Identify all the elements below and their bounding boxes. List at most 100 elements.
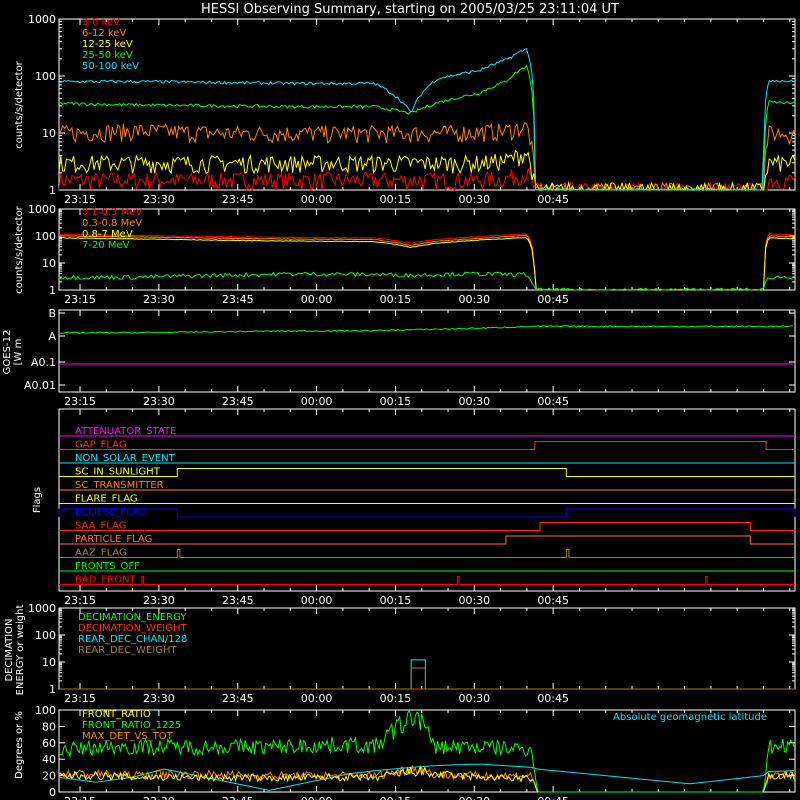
x-tick-label: 00:45 bbox=[537, 692, 569, 705]
y-tick-label: A0.1 bbox=[31, 356, 56, 369]
y-tick-label: A0.01 bbox=[24, 379, 56, 392]
x-tick-label: 23:30 bbox=[143, 692, 175, 705]
flag-label: FRONTS_OFF bbox=[75, 561, 140, 572]
x-tick-label: 00:30 bbox=[458, 594, 490, 607]
x-tick-label: 00:00 bbox=[301, 795, 333, 800]
flag-line bbox=[59, 576, 795, 585]
legend-entry: 25-50 keV bbox=[82, 50, 133, 61]
x-tick-label: 00:30 bbox=[458, 795, 490, 800]
flag-line bbox=[59, 549, 795, 558]
x-tick-label: 23:45 bbox=[222, 395, 254, 408]
x-tick-label: 00:00 bbox=[301, 692, 333, 705]
flag-label: AAZ_FLAG bbox=[75, 548, 127, 559]
x-tick-label: 00:15 bbox=[380, 293, 412, 306]
x-tick-label: 23:15 bbox=[64, 193, 96, 206]
series-line-0.3-0.8-MeV bbox=[58, 234, 793, 291]
series-line-3-6-keV bbox=[58, 166, 796, 192]
x-tick-label: 00:45 bbox=[537, 795, 569, 800]
legend-entry: 6-12 keV bbox=[82, 28, 126, 39]
y-tick-label: 60 bbox=[42, 737, 56, 750]
y-tick-label: 0 bbox=[49, 786, 56, 799]
x-tick-label: 23:45 bbox=[222, 293, 254, 306]
flag-line bbox=[59, 522, 795, 531]
flag-line bbox=[59, 535, 795, 545]
y-tick-label: 10 bbox=[42, 257, 56, 270]
x-tick-label: 23:45 bbox=[222, 594, 254, 607]
y-tick-label: 1 bbox=[49, 284, 56, 297]
y-tick-label: 20 bbox=[42, 770, 56, 783]
y-tick-label: 100 bbox=[35, 70, 56, 83]
ratio-line-2 bbox=[58, 764, 795, 793]
y-axis-label: Degrees or % bbox=[14, 711, 25, 779]
x-tick-label: 00:00 bbox=[301, 594, 333, 607]
flag-line bbox=[59, 441, 795, 450]
decimation-line bbox=[59, 659, 795, 690]
x-tick-label: 00:00 bbox=[301, 395, 333, 408]
legend-entry: 12-25 keV bbox=[82, 39, 133, 50]
x-tick-label: 00:15 bbox=[380, 594, 412, 607]
x-tick-label: 23:15 bbox=[64, 395, 96, 408]
x-tick-label: 00:45 bbox=[537, 395, 569, 408]
y-axis-label: counts/s/detector bbox=[14, 60, 25, 148]
y-tick-label: 100 bbox=[35, 629, 56, 642]
y-axis-label: counts/s/detector bbox=[14, 205, 25, 293]
x-tick-label: 00:00 bbox=[301, 193, 333, 206]
y-tick-label: 100 bbox=[35, 230, 56, 243]
legend-entry: 7-20 MeV bbox=[82, 240, 130, 251]
legend-entry: 0.8-7 MeV bbox=[82, 229, 133, 240]
y-tick-label: B bbox=[48, 307, 56, 320]
panel-frame-1 bbox=[58, 208, 796, 291]
x-tick-label: 00:15 bbox=[380, 795, 412, 800]
x-tick-label: 00:30 bbox=[458, 692, 490, 705]
x-tick-label: 00:00 bbox=[301, 293, 333, 306]
x-tick-label: 23:45 bbox=[222, 795, 254, 800]
x-tick-label: 00:30 bbox=[458, 293, 490, 306]
x-tick-label: 23:15 bbox=[64, 795, 96, 800]
y-axis-label: Flags bbox=[32, 487, 43, 513]
hessi-summary-chart: HESSI Observing Summary, starting on 200… bbox=[2, 2, 796, 800]
series-line-12-25-keV bbox=[58, 149, 796, 192]
x-tick-label: 23:15 bbox=[64, 692, 96, 705]
goes-line-0 bbox=[58, 325, 793, 334]
x-tick-label: 00:30 bbox=[458, 193, 490, 206]
y-tick-label: 80 bbox=[42, 720, 56, 733]
legend-entry: FRONT_RATIO_1225 bbox=[82, 720, 181, 731]
y-tick-label: 10 bbox=[42, 127, 56, 140]
y-tick-label: 40 bbox=[42, 753, 56, 766]
x-tick-label: 23:30 bbox=[143, 193, 175, 206]
flag-label: GAP_FLAG bbox=[75, 440, 127, 451]
legend-entry: REAR_DEC_CHAN/128 bbox=[78, 634, 187, 645]
x-tick-label: 00:45 bbox=[537, 193, 569, 206]
ratio-line-3 bbox=[58, 763, 794, 791]
y-tick-label: 1000 bbox=[28, 602, 56, 615]
flag-label: PARTICLE_FLAG bbox=[75, 534, 152, 545]
latitude-annotation: Absolute geomagnetic latitude bbox=[613, 712, 767, 723]
legend-entry: MAX_DET_VS_TOT bbox=[82, 731, 174, 742]
x-tick-label: 00:45 bbox=[537, 594, 569, 607]
x-tick-label: 23:15 bbox=[64, 293, 96, 306]
flag-label: SC_IN_SUNLIGHT bbox=[75, 467, 161, 478]
y-tick-label: 1 bbox=[49, 184, 56, 197]
x-tick-label: 00:15 bbox=[380, 395, 412, 408]
flag-label: SAA_FLAG bbox=[75, 521, 126, 532]
y-tick-label: 1000 bbox=[28, 13, 56, 26]
y-tick-label: 1000 bbox=[28, 203, 56, 216]
flag-line bbox=[59, 468, 795, 477]
legend-entry: 0.1-0.3 MeV bbox=[82, 207, 142, 218]
y-tick-label: A bbox=[48, 330, 56, 343]
x-tick-label: 00:30 bbox=[458, 395, 490, 408]
x-tick-label: 23:45 bbox=[222, 193, 254, 206]
x-tick-label: 23:30 bbox=[143, 795, 175, 800]
chart-title: HESSI Observing Summary, starting on 200… bbox=[201, 2, 619, 17]
panel-frame-2 bbox=[58, 309, 796, 393]
flag-label: SC_TRANSMITTER bbox=[75, 480, 164, 491]
legend-entry: 3-6 keV bbox=[82, 17, 120, 28]
x-tick-label: 23:30 bbox=[143, 395, 175, 408]
y-tick-label: 1 bbox=[49, 683, 56, 696]
series-line-0.1-0.3-MeV bbox=[58, 233, 794, 291]
flag-label: BAD_FRONT bbox=[75, 575, 136, 586]
legend-entry: 50-100 keV bbox=[82, 61, 139, 72]
x-tick-label: 00:15 bbox=[380, 193, 412, 206]
flag-label: FLARE_FLAG bbox=[75, 494, 138, 505]
x-tick-label: 00:15 bbox=[380, 692, 412, 705]
